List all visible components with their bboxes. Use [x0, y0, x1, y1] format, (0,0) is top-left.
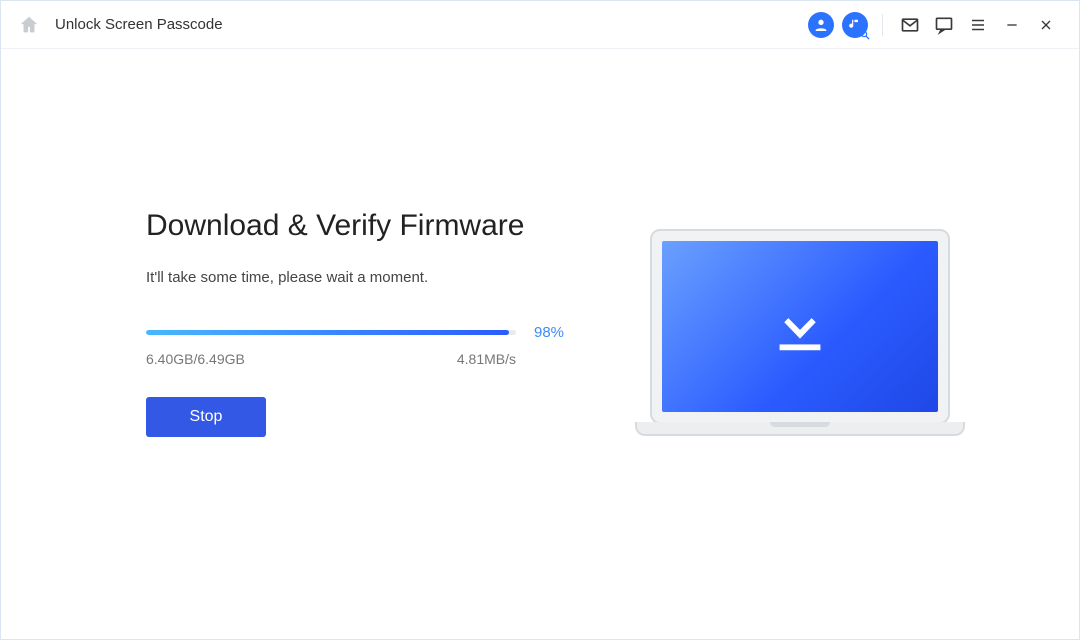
title-bar: Unlock Screen Passcode — [1, 1, 1079, 49]
subtext: It'll take some time, please wait a mome… — [146, 269, 581, 286]
music-search-icon[interactable] — [842, 12, 868, 38]
size-label: 6.40GB/6.49GB — [146, 351, 245, 367]
right-panel — [581, 49, 1019, 436]
stop-button[interactable]: Stop — [146, 397, 266, 437]
heading: Download & Verify Firmware — [146, 209, 581, 243]
feedback-icon[interactable] — [927, 8, 961, 42]
progress-percent: 98% — [534, 324, 564, 341]
close-button[interactable] — [1029, 8, 1063, 42]
home-icon[interactable] — [17, 13, 41, 37]
progress-fill — [146, 330, 509, 335]
mail-icon[interactable] — [893, 8, 927, 42]
laptop-illustration — [635, 229, 965, 436]
left-panel: Download & Verify Firmware It'll take so… — [61, 49, 581, 437]
progress-bar — [146, 330, 516, 335]
menu-icon[interactable] — [961, 8, 995, 42]
speed-label: 4.81MB/s — [457, 351, 516, 367]
progress-row: 98% — [146, 324, 581, 341]
main-content: Download & Verify Firmware It'll take so… — [1, 49, 1079, 639]
page-title: Unlock Screen Passcode — [55, 16, 223, 33]
account-icon[interactable] — [808, 12, 834, 38]
divider — [882, 14, 883, 36]
download-icon — [765, 289, 835, 364]
minimize-button[interactable] — [995, 8, 1029, 42]
progress-details: 6.40GB/6.49GB 4.81MB/s — [146, 351, 516, 367]
